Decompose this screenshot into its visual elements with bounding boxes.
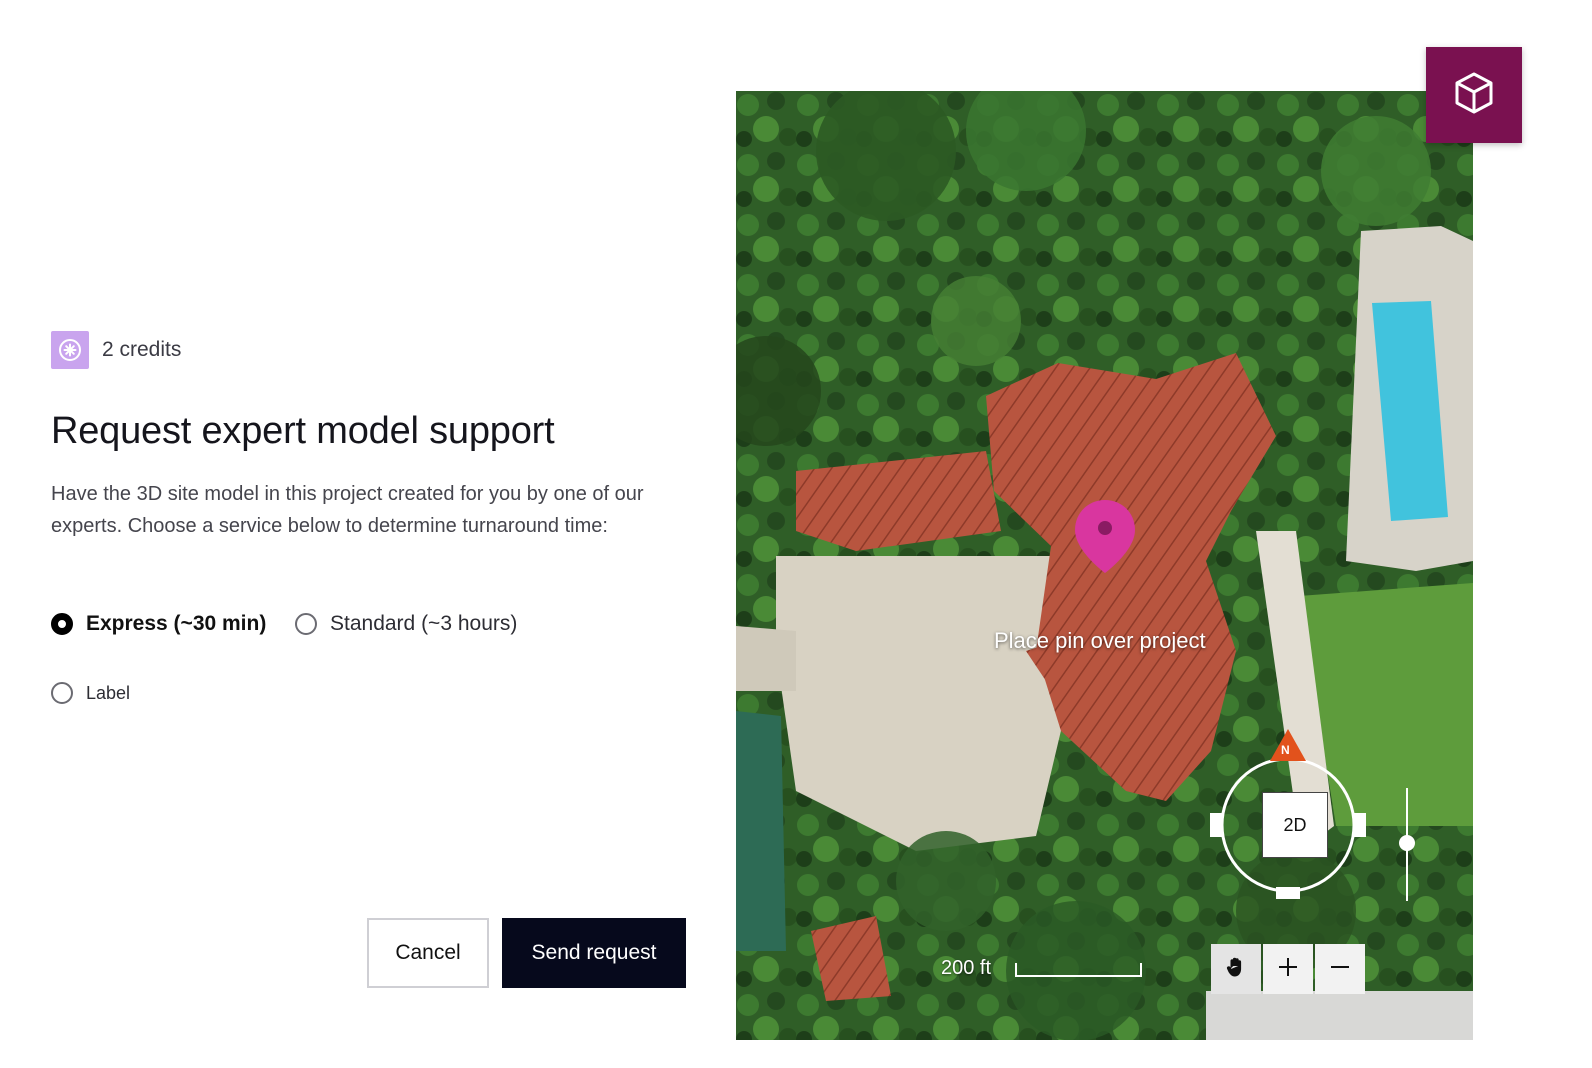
option-standard[interactable]: Standard (~3 hours) [295, 612, 517, 636]
pan-tool-button[interactable] [1211, 944, 1261, 994]
credits-badge: 2 credits [51, 331, 181, 369]
option-express[interactable]: Express (~30 min) [51, 612, 266, 636]
view-mode-2d-button[interactable]: 2D [1262, 792, 1328, 858]
scale-label: 200 ft [941, 957, 992, 979]
hand-icon [1224, 955, 1248, 984]
minus-icon [1329, 956, 1351, 983]
cancel-button[interactable]: Cancel [367, 918, 489, 988]
send-request-button[interactable]: Send request [502, 918, 686, 988]
cube-icon [1450, 69, 1498, 122]
zoom-out-button[interactable] [1315, 944, 1365, 994]
option-label-text: Label [86, 682, 131, 703]
3d-view-button[interactable] [1426, 47, 1522, 143]
plus-icon [1277, 956, 1299, 983]
radio-label[interactable] [51, 682, 73, 704]
zoom-slider-handle[interactable] [1399, 835, 1415, 851]
map-hint: Place pin over project [994, 628, 1206, 653]
satellite-imagery [736, 91, 1473, 1040]
dialog-title: Request expert model support [51, 410, 555, 452]
dialog-description: Have the 3D site model in this project c… [51, 483, 644, 537]
credits-count: 2 credits [102, 338, 182, 361]
option-label[interactable]: Label [51, 682, 130, 704]
north-label: N [1281, 743, 1290, 757]
zoom-in-button[interactable] [1263, 944, 1313, 994]
request-panel: 2 credits Request expert model support H… [0, 0, 720, 1068]
radio-express[interactable] [51, 613, 73, 635]
option-standard-label: Standard (~3 hours) [330, 612, 518, 635]
sparkle-icon [51, 331, 89, 369]
option-express-label: Express (~30 min) [86, 612, 267, 635]
satellite-map[interactable]: Place pin over project 200 ft N 2D [736, 91, 1473, 1040]
radio-standard[interactable] [295, 613, 317, 635]
